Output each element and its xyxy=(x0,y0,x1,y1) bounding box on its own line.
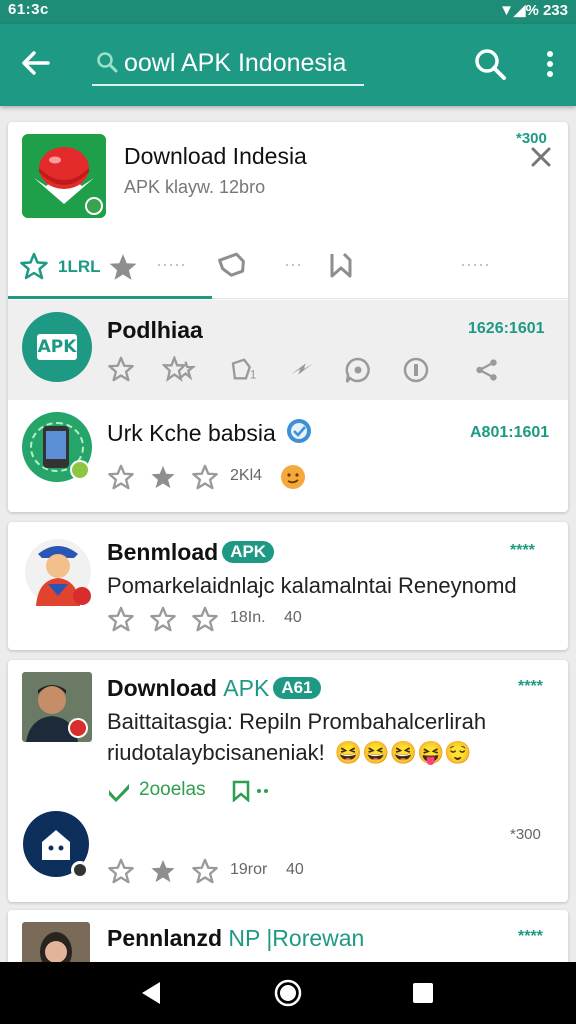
search-query: oowl APK Indonesia xyxy=(124,49,347,77)
tab-dots: ····· xyxy=(460,254,490,274)
review-count: 18In. xyxy=(230,609,266,626)
result-card[interactable]: Benmload APK **** Pomarkelaidnlajc kalama… xyxy=(8,522,568,650)
list-item-meta: A801:1601 xyxy=(470,424,550,441)
check-icon xyxy=(109,784,129,802)
apk-badge: APK xyxy=(222,541,275,563)
status-bar: 61:3c ▼◢% 233 xyxy=(0,0,576,24)
app-title: Download Indesia xyxy=(124,143,307,169)
app-rating-text: *300 xyxy=(516,130,547,147)
character-avatar-icon xyxy=(25,539,91,606)
star-icon[interactable] xyxy=(150,464,176,490)
list-item-meta: 1626:1601 xyxy=(468,320,545,337)
verified-badge-icon xyxy=(287,419,312,443)
app-subtitle: APK klayw. 12bro xyxy=(124,177,266,197)
bookmark-icon[interactable] xyxy=(326,250,356,280)
star-outline-icon[interactable] xyxy=(108,858,134,884)
search-icon[interactable] xyxy=(472,46,508,82)
star-outline-icon[interactable] xyxy=(150,606,176,632)
tag-label: 2ooelas xyxy=(139,779,206,800)
star-icon[interactable] xyxy=(150,858,176,884)
tab-label[interactable]: 1LRL xyxy=(58,257,101,277)
person-avatar-icon xyxy=(22,672,92,742)
house-app-icon xyxy=(23,811,89,879)
nav-back-icon[interactable] xyxy=(138,980,164,1006)
apk-logo-icon: APK xyxy=(22,312,92,382)
card-description: riudotalaybcisaneniak! 😆😆😆😝😌 xyxy=(107,740,472,765)
review-extra: 40 xyxy=(284,609,302,626)
stars-icon[interactable] xyxy=(162,356,196,382)
status-battery-text: ▼◢% 233 xyxy=(499,1,568,19)
battery-level: 233 xyxy=(542,2,568,19)
app-logo-icon xyxy=(22,134,106,218)
tab-indicator xyxy=(8,296,212,299)
chat-icon[interactable] xyxy=(344,356,372,384)
card-title: Download APK A61 xyxy=(107,675,321,702)
card-rating: **** xyxy=(518,928,543,945)
bookmark-icon[interactable] xyxy=(231,780,271,802)
tab-dots: ····· xyxy=(156,254,186,274)
nav-recents-icon[interactable] xyxy=(412,982,434,1004)
emoji-icon xyxy=(281,465,305,489)
search-icon xyxy=(97,52,118,73)
info-icon[interactable] xyxy=(402,356,430,384)
star-outline-icon[interactable] xyxy=(192,858,218,884)
card-description: Baittaitasgia: Repiln Prombahalcerlirah xyxy=(107,709,487,734)
card-rating: **** xyxy=(518,678,543,695)
search-input[interactable]: oowl APK Indonesia xyxy=(92,40,364,86)
flash-icon[interactable] xyxy=(288,356,316,382)
tag-icon[interactable] xyxy=(218,250,248,280)
more-vert-icon[interactable] xyxy=(538,48,562,80)
app-detail-card: Download Indesia APK klayw. 12bro *300 1… xyxy=(8,122,568,512)
card-title: Benmload APK xyxy=(107,539,275,566)
card-title: Pennlanzd NP |Rorewan xyxy=(107,925,365,951)
apk-badge: A61 xyxy=(273,677,321,699)
tag-row: 2ooelas xyxy=(107,778,307,804)
star-outline-icon xyxy=(20,252,48,280)
card-description: Pomarkelaidnlajc kalamalntai Reneynomd xyxy=(107,573,517,598)
emoji-icon: 😆😆😆😝😌 xyxy=(334,740,472,765)
back-arrow-icon[interactable] xyxy=(18,46,52,80)
star-outline-icon[interactable] xyxy=(108,606,134,632)
divider xyxy=(212,298,568,299)
card-rating-text: *300 xyxy=(510,826,541,843)
svg-text:1: 1 xyxy=(250,367,257,381)
list-item[interactable]: Urk Kche babsia A801:1601 2Kl4 xyxy=(8,400,568,512)
verified-icon xyxy=(70,460,90,480)
navigation-bar xyxy=(0,962,576,1024)
nav-home-icon[interactable] xyxy=(274,979,302,1007)
tag-icon[interactable]: 1 xyxy=(230,356,262,382)
close-icon[interactable] xyxy=(530,146,552,168)
result-card[interactable]: Download APK A61 **** Baittaitasgia: Repi… xyxy=(8,660,568,902)
rating-row: 2Kl4 xyxy=(108,464,368,494)
list-item-title: Podlhiaa xyxy=(107,317,203,343)
review-count: 2Kl4 xyxy=(230,467,263,484)
star-outline-icon[interactable] xyxy=(108,464,134,490)
star-icon[interactable] xyxy=(108,252,138,282)
list-item[interactable]: APK Podlhiaa 1626:1601 1 xyxy=(8,300,568,400)
tab-dots: ··· xyxy=(284,254,302,274)
review-extra: 40 xyxy=(286,861,304,878)
star-outline-icon[interactable] xyxy=(192,606,218,632)
card-rating: **** xyxy=(510,542,535,559)
tab-bar: 1LRL ····· ··· ····· xyxy=(8,244,568,300)
review-count: 19ror xyxy=(230,861,268,878)
star-outline-icon[interactable] xyxy=(108,356,134,382)
share-icon[interactable] xyxy=(474,358,500,382)
action-icons: 1 xyxy=(108,356,548,386)
signal-icon: ▼◢% xyxy=(499,2,539,19)
status-time: 61:3c xyxy=(8,1,49,18)
app-bar: oowl APK Indonesia xyxy=(0,24,576,106)
star-outline-icon[interactable] xyxy=(192,464,218,490)
rating-row: 19ror 40 xyxy=(108,858,368,888)
list-item-title: Urk Kche babsia xyxy=(107,418,312,447)
rating-row: 18In. 40 xyxy=(108,606,368,636)
